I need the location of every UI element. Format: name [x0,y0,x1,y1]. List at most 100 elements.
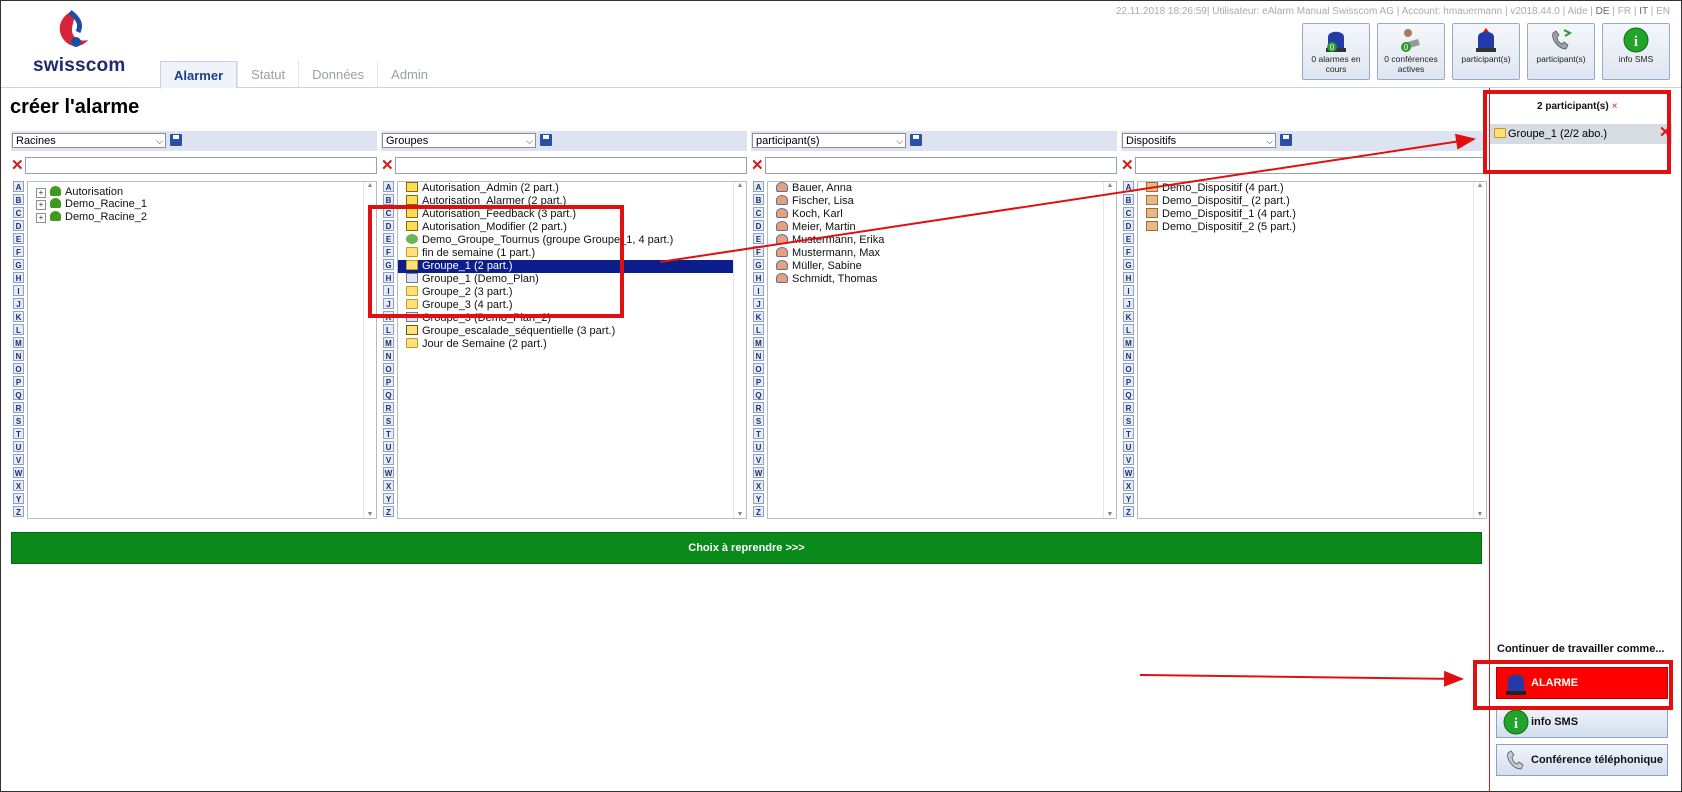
alphabet-letter[interactable]: S [13,415,24,426]
alphabet-letter[interactable]: Q [383,389,394,400]
scrollbar[interactable]: ▲ ▼ [1103,182,1116,518]
phone-conference-button[interactable]: Conférence téléphonique [1496,744,1668,776]
alphabet-letter[interactable]: J [1123,298,1134,309]
alphabet-letter[interactable]: H [1123,272,1134,283]
alphabet-letter[interactable]: W [753,467,764,478]
alphabet-letter[interactable]: H [753,272,764,283]
alphabet-letter[interactable]: E [753,233,764,244]
alphabet-letter[interactable]: R [1123,402,1134,413]
alphabet-letter[interactable]: Z [383,506,394,517]
list-item[interactable]: Mustermann, Max [776,247,880,260]
alphabet-letter[interactable]: N [753,350,764,361]
alphabet-letter[interactable]: L [13,324,24,335]
lang-it[interactable]: IT [1639,6,1648,17]
alphabet-letter[interactable]: K [753,311,764,322]
alphabet-letter[interactable]: P [383,376,394,387]
alphabet-letter[interactable]: G [1123,259,1134,270]
alphabet-letter[interactable]: O [383,363,394,374]
list-item[interactable]: Demo_Dispositif_1 (4 part.) [1146,208,1296,221]
alphabet-letter[interactable]: W [1123,467,1134,478]
alphabet-letter[interactable]: N [13,350,24,361]
active-conferences-button[interactable]: 0 0 conférences actives [1377,23,1445,80]
list-item[interactable]: Demo_Dispositif (4 part.) [1146,182,1284,195]
alphabet-letter[interactable]: X [1123,480,1134,491]
list-item[interactable]: Meier, Martin [776,221,856,234]
scrollbar[interactable]: ▲ ▼ [733,182,746,518]
alphabet-letter[interactable]: U [753,441,764,452]
lang-fr[interactable]: FR [1618,6,1631,17]
alphabet-letter[interactable]: H [13,272,24,283]
tab-alarmer[interactable]: Alarmer [160,61,238,89]
dispositifs-filter-input[interactable] [1135,157,1487,174]
alphabet-letter[interactable]: Q [1123,389,1134,400]
alphabet-letter[interactable]: I [13,285,24,296]
alphabet-letter[interactable]: P [753,376,764,387]
alphabet-letter[interactable]: S [383,415,394,426]
choice-button[interactable]: Choix à reprendre >>> [11,532,1482,564]
alphabet-letter[interactable]: M [13,337,24,348]
alphabet-letter[interactable]: L [1123,324,1134,335]
alphabet-letter[interactable]: A [753,181,764,192]
clear-filter-icon[interactable]: ✕ [11,158,24,173]
alphabet-letter[interactable]: D [1123,220,1134,231]
list-item[interactable]: Koch, Karl [776,208,843,221]
save-icon[interactable] [170,134,182,146]
alphabet-letter[interactable]: R [753,402,764,413]
alphabet-letter[interactable]: U [383,441,394,452]
info-sms-button[interactable]: i info SMS [1496,706,1668,738]
alphabet-letter[interactable]: X [13,480,24,491]
clear-filter-icon[interactable]: ✕ [1121,158,1134,173]
list-item[interactable]: Groupe_escalade_séquentielle (3 part.) [406,325,615,338]
alphabet-letter[interactable]: A [383,181,394,192]
alphabet-letter[interactable]: T [753,428,764,439]
alphabet-letter[interactable]: O [13,363,24,374]
alphabet-letter[interactable]: S [753,415,764,426]
alphabet-letter[interactable]: M [1123,337,1134,348]
alphabet-letter[interactable]: G [13,259,24,270]
alphabet-letter[interactable]: T [1123,428,1134,439]
tab-admin[interactable]: Admin [377,61,441,87]
alphabet-letter[interactable]: J [13,298,24,309]
alphabet-letter[interactable]: S [1123,415,1134,426]
alphabet-letter[interactable]: U [13,441,24,452]
list-item[interactable]: Demo_Dispositif_2 (5 part.) [1146,221,1296,234]
alphabet-letter[interactable]: E [13,233,24,244]
alphabet-letter[interactable]: T [383,428,394,439]
scrollbar[interactable]: ▲ ▼ [1473,182,1486,518]
racines-filter-input[interactable] [25,157,377,174]
alphabet-letter[interactable]: K [1123,311,1134,322]
alphabet-letter[interactable]: B [13,194,24,205]
lang-de[interactable]: DE [1596,6,1610,17]
alphabet-letter[interactable]: I [753,285,764,296]
list-item[interactable]: Autorisation_Admin (2 part.) [406,182,559,195]
phone-participants-button[interactable]: participant(s) [1527,23,1595,80]
list-item[interactable]: Fischer, Lisa [776,195,854,208]
alphabet-letter[interactable]: R [13,402,24,413]
participants-filter-input[interactable] [765,157,1117,174]
list-item[interactable]: + Demo_Racine_1 [36,198,147,211]
expand-icon[interactable]: + [36,200,46,210]
alphabet-letter[interactable]: Y [753,493,764,504]
alphabet-letter[interactable]: M [753,337,764,348]
info-sms-top-button[interactable]: i info SMS [1602,23,1670,80]
alphabet-letter[interactable]: Q [13,389,24,400]
alphabet-letter[interactable]: V [753,454,764,465]
alphabet-letter[interactable]: V [1123,454,1134,465]
alphabet-letter[interactable]: Q [753,389,764,400]
alphabet-letter[interactable]: D [13,220,24,231]
alphabet-letter[interactable]: D [753,220,764,231]
alphabet-letter[interactable]: F [753,246,764,257]
groupes-filter-input[interactable] [395,157,747,174]
alphabet-letter[interactable]: C [753,207,764,218]
save-icon[interactable] [1280,134,1292,146]
groupes-select[interactable]: Groupes ⌵ [382,133,536,148]
alphabet-letter[interactable]: B [753,194,764,205]
alphabet-letter[interactable]: F [13,246,24,257]
alphabet-letter[interactable]: R [383,402,394,413]
lang-en[interactable]: EN [1656,6,1670,17]
clear-filter-icon[interactable]: ✕ [381,158,394,173]
alphabet-letter[interactable]: O [1123,363,1134,374]
alphabet-letter[interactable]: F [1123,246,1134,257]
list-item[interactable]: Müller, Sabine [776,260,862,273]
alphabet-letter[interactable]: G [753,259,764,270]
